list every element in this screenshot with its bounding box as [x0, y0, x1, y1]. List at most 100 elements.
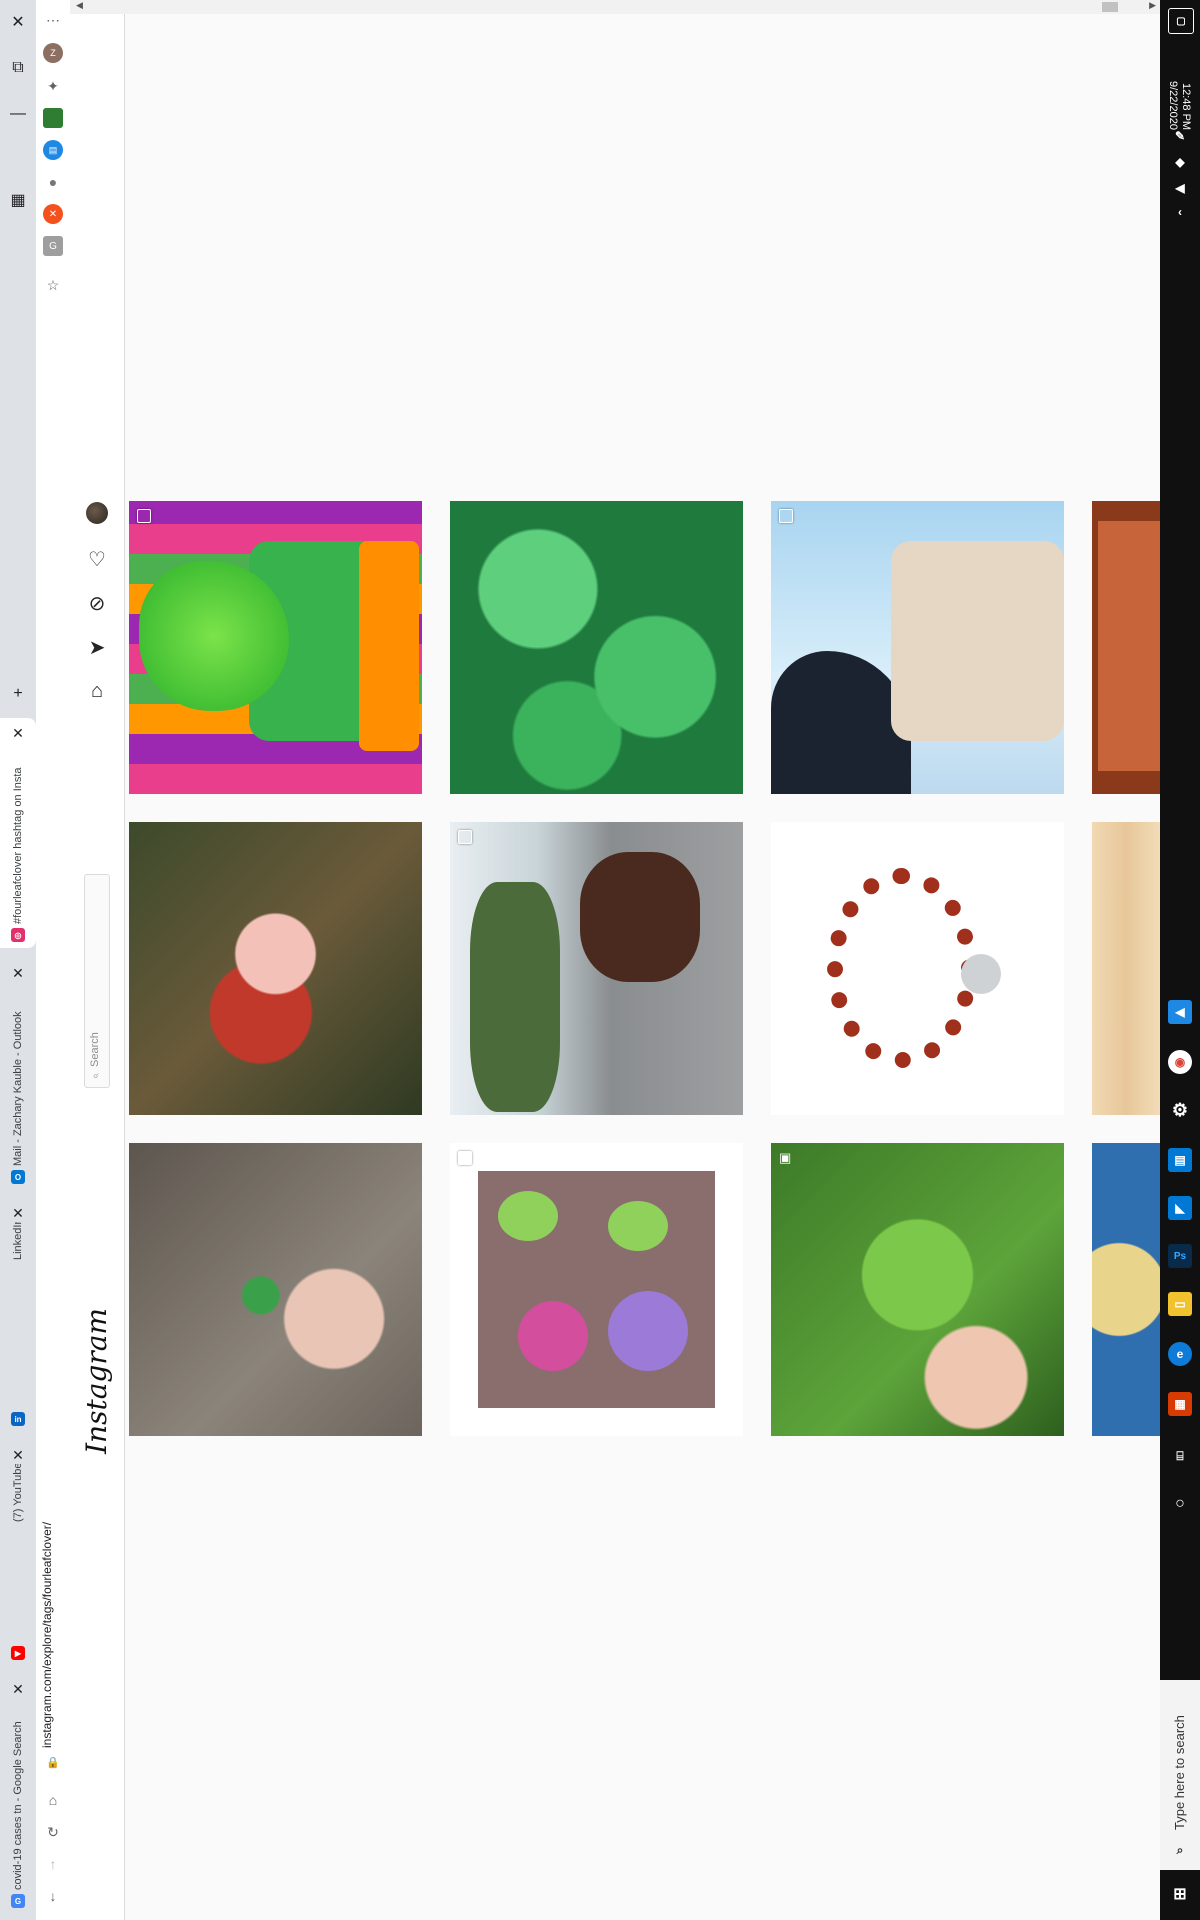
extension-map-icon[interactable] — [43, 108, 63, 128]
trees-shape — [470, 882, 560, 1112]
tab-title: Mail - Zachary Kauble - Outlook — [12, 1011, 24, 1166]
pink-pot — [518, 1301, 588, 1371]
clock-time: 12:48 PM — [1180, 82, 1192, 130]
activity-heart-icon[interactable]: ♡ — [84, 546, 110, 572]
home-icon[interactable]: ⌂ — [84, 678, 110, 704]
file-explorer-icon[interactable]: ▭ — [1168, 1292, 1192, 1316]
tab-search-icon[interactable]: ▦ — [4, 186, 32, 214]
search-icon: ⌕ — [1176, 1842, 1184, 1857]
partial-image — [1098, 521, 1160, 771]
tab-close-icon[interactable]: ✕ — [12, 1446, 24, 1464]
extensions-icon[interactable]: ✦ — [43, 76, 63, 96]
tab-close-icon[interactable]: ✕ — [12, 724, 24, 742]
browser-toolbar: ⋯ Z ✦ ▤ ● ✕ G ☆ 🔒 instagram.com/explore/… — [36, 0, 71, 1920]
settings-icon[interactable]: ⚙ — [1168, 1098, 1192, 1122]
post-leprechaun-plush[interactable] — [129, 822, 422, 1115]
extension-grey-icon[interactable]: G — [43, 236, 63, 256]
post-horse-rider[interactable] — [450, 822, 743, 1115]
multiple-photos-icon — [458, 1151, 472, 1165]
youtube-icon: ▶ — [11, 1646, 25, 1660]
task-view-icon[interactable]: ⌸ — [1168, 1444, 1192, 1468]
tab-close-icon[interactable]: ✕ — [12, 1204, 24, 1222]
bracelet-charm — [961, 954, 1001, 994]
taskbar-search-placeholder[interactable]: Type here to search — [1172, 1700, 1187, 1830]
browser-tab-strip: ✕ ⧉ — ▦ ✕ #fourleafclover hashtag on Ins… — [0, 0, 36, 1920]
post-bracelet[interactable] — [771, 822, 1064, 1115]
post-leprechaun-hat[interactable] — [129, 501, 422, 794]
post-partial-3[interactable] — [1092, 1143, 1160, 1436]
notifications-icon[interactable]: ▢ — [1168, 8, 1194, 34]
instagram-logo[interactable]: Instagram — [80, 1308, 113, 1454]
post-clover-patch[interactable] — [450, 501, 743, 794]
post-partial-1[interactable] — [1092, 501, 1160, 794]
post-partial-2[interactable] — [1092, 822, 1160, 1115]
tab-title: (7) YouTube — [12, 1464, 24, 1522]
window-restore-icon[interactable]: ⧉ — [4, 54, 32, 82]
taskbar-clock[interactable]: 12:48 PM 9/22/2020 — [1166, 40, 1192, 130]
linkedin-icon: in — [11, 1412, 25, 1426]
menu-dots-icon[interactable]: ⋯ — [43, 10, 63, 30]
bookmark-star-icon[interactable]: ☆ — [43, 275, 63, 295]
tab-google-search[interactable]: ✕ covid-19 cases tn - Google Search G — [0, 1674, 36, 1914]
tab-title: LinkedIn — [12, 1222, 24, 1260]
tab-title: #fourleafclover hashtag on Insta — [12, 767, 24, 924]
tab-linkedin[interactable]: ✕ LinkedIn in — [0, 1198, 36, 1432]
tab-close-icon[interactable]: ✕ — [12, 1680, 24, 1698]
multiple-photos-icon — [137, 509, 151, 523]
explore-tag-content: ▣ — [125, 14, 1160, 1920]
tab-instagram[interactable]: ✕ #fourleafclover hashtag on Insta ◎ — [0, 718, 36, 948]
extension-circle-icon[interactable]: ● — [43, 172, 63, 192]
windows-start-icon[interactable]: ⊞ — [1168, 1882, 1192, 1906]
hat-band — [359, 541, 419, 751]
new-tab-button[interactable]: + — [4, 680, 32, 708]
home-icon[interactable]: ⌂ — [43, 1790, 63, 1810]
purple-pot — [608, 1291, 688, 1371]
extension-blue-icon[interactable]: ▤ — [43, 140, 63, 160]
cortana-icon[interactable]: ○ — [1168, 1492, 1192, 1516]
explore-icon[interactable]: ⊘ — [84, 590, 110, 616]
post-anime-character[interactable] — [771, 501, 1064, 794]
horse-shape — [580, 852, 700, 982]
teams-icon[interactable]: ▤ — [1168, 1148, 1192, 1172]
horizontal-scrollbar[interactable]: ◀ ▶ — [70, 0, 1160, 14]
chrome-icon[interactable]: ◉ — [1168, 1050, 1192, 1074]
search-input[interactable]: ⌕ Search — [84, 874, 110, 1088]
forward-icon[interactable]: ↑ — [43, 1854, 63, 1874]
mail-icon[interactable]: ◣ — [1168, 1196, 1192, 1220]
volume-icon[interactable]: ◀ — [1168, 176, 1192, 200]
office-icon[interactable]: ▦ — [1168, 1392, 1192, 1416]
dropbox-icon[interactable]: ◆ — [1168, 150, 1192, 174]
edge-icon[interactable]: e — [1168, 1342, 1192, 1366]
tab-close-icon[interactable]: ✕ — [12, 964, 24, 982]
profile-avatar[interactable] — [86, 502, 108, 524]
scroll-right-icon[interactable]: ▶ — [1149, 0, 1156, 11]
tab-title: covid-19 cases tn - Google Search — [12, 1721, 24, 1890]
multiple-photos-icon — [779, 509, 793, 523]
search-placeholder: ⌕ Search — [89, 1032, 101, 1081]
direct-icon[interactable]: ➤ — [84, 634, 110, 660]
extension-orange-icon[interactable]: ✕ — [43, 204, 63, 224]
post-hand-clover[interactable] — [129, 1143, 422, 1436]
scrollbar-thumb[interactable] — [1102, 2, 1118, 12]
photoshop-icon[interactable]: Ps — [1168, 1244, 1192, 1268]
instagram-nav-bar: Instagram ⌕ Search ⌂ ➤ ⊘ ♡ — [70, 14, 125, 1920]
window-close-icon[interactable]: ✕ — [4, 8, 32, 36]
multiple-photos-icon — [458, 830, 472, 844]
tab-outlook[interactable]: ✕ Mail - Zachary Kauble - Outlook O — [0, 958, 36, 1190]
reload-icon[interactable]: ↻ — [43, 1822, 63, 1842]
profile-avatar[interactable]: Z — [43, 43, 63, 63]
post-crochet-pots[interactable] — [450, 1143, 743, 1436]
windows-taskbar: ▢ 12:48 PM 9/22/2020 ✎ ◆ ◀ ‹ ◀ ◉ ⚙ ▤ ◣ P… — [1160, 0, 1200, 1920]
tab-youtube[interactable]: ✕ (7) YouTube ▶ — [0, 1440, 36, 1666]
scroll-left-icon[interactable]: ◀ — [76, 0, 83, 11]
google-icon: G — [11, 1894, 25, 1908]
address-bar-url[interactable]: instagram.com/explore/tags/fourleafclove… — [40, 1472, 60, 1748]
post-clover-closeup[interactable]: ▣ — [771, 1143, 1064, 1436]
back-icon[interactable]: ↓ — [43, 1886, 63, 1906]
code-icon[interactable]: ◀ — [1168, 1000, 1192, 1024]
pen-icon[interactable]: ✎ — [1168, 124, 1192, 148]
window-minimize-icon[interactable]: — — [4, 100, 32, 128]
lock-icon: 🔒 — [46, 1756, 60, 1769]
show-hidden-icons[interactable]: ‹ — [1168, 200, 1192, 224]
character-clothes — [891, 541, 1064, 741]
